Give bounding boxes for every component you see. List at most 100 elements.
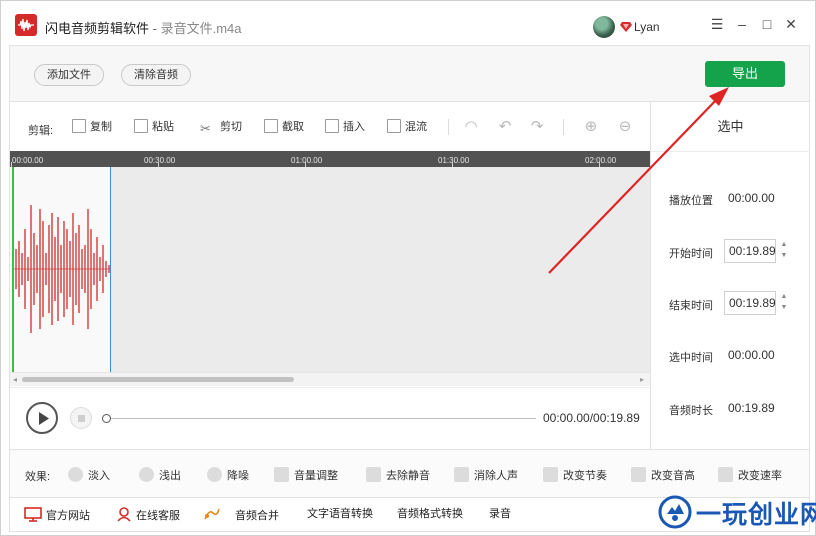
official-site-label: 官方网站 bbox=[46, 510, 90, 522]
people-icon bbox=[454, 467, 469, 482]
zoom-in-icon[interactable]: ⊕ bbox=[582, 118, 600, 136]
end-marker[interactable] bbox=[110, 167, 111, 372]
progress-track[interactable] bbox=[111, 418, 536, 419]
fade-out-label: 浅出 bbox=[159, 470, 181, 482]
title-bar: 闪电音频剪辑软件 - 录音文件.m4a Lyan ☰ – □ ✕ bbox=[1, 1, 815, 43]
stop-button[interactable] bbox=[70, 407, 92, 429]
crop-label: 截取 bbox=[282, 121, 304, 133]
volume-button[interactable]: 音量调整 bbox=[274, 467, 338, 483]
volume-label: 音量调整 bbox=[294, 470, 338, 482]
add-file-button[interactable]: 添加文件 bbox=[34, 64, 104, 86]
remove-vocals-label: 消除人声 bbox=[474, 470, 518, 482]
time-readout: 00:00.00/00:19.89 bbox=[543, 411, 640, 425]
monitor-icon bbox=[24, 507, 42, 522]
toolbar-divider bbox=[448, 119, 449, 135]
audio-merge-link[interactable]: 音频合并 bbox=[203, 507, 279, 523]
fade-out-button[interactable]: 浅出 bbox=[139, 467, 181, 483]
stop-icon bbox=[78, 415, 85, 422]
clear-audio-button[interactable]: 清除音频 bbox=[121, 64, 191, 86]
change-pitch-button[interactable]: 改变音高 bbox=[631, 467, 695, 483]
person-icon bbox=[117, 507, 131, 522]
speaker-icon bbox=[274, 467, 289, 482]
insert-button[interactable]: 插入 bbox=[325, 119, 365, 135]
insert-icon bbox=[325, 119, 339, 133]
change-speed-button[interactable]: 改变速率 bbox=[718, 467, 782, 483]
undo-icon[interactable]: ↶ bbox=[496, 118, 514, 136]
remove-silence-button[interactable]: 去除静音 bbox=[366, 467, 430, 483]
horizontal-scrollbar[interactable]: ◂ ▸ bbox=[10, 372, 650, 386]
end-time-stepper[interactable]: ▲ ▼ bbox=[778, 291, 790, 315]
denoise-button[interactable]: 降噪 bbox=[207, 467, 249, 483]
fade-in-button[interactable]: 淡入 bbox=[68, 467, 110, 483]
mix-button[interactable]: 混流 bbox=[387, 119, 427, 135]
waveform-canvas[interactable] bbox=[10, 167, 650, 372]
waveform bbox=[14, 205, 110, 333]
menu-icon[interactable]: ☰ bbox=[709, 16, 725, 32]
maximize-button[interactable]: □ bbox=[759, 16, 775, 32]
tts-link[interactable]: 文字语音转换 bbox=[307, 507, 373, 521]
headphones-icon[interactable]: ◠ bbox=[462, 118, 480, 136]
crop-button[interactable]: 截取 bbox=[264, 119, 304, 135]
change-tempo-button[interactable]: 改变节奏 bbox=[543, 467, 607, 483]
avatar[interactable] bbox=[593, 16, 615, 38]
redo-icon[interactable]: ↷ bbox=[528, 118, 546, 136]
mix-label: 混流 bbox=[405, 121, 427, 133]
play-button[interactable] bbox=[26, 402, 58, 434]
start-marker[interactable] bbox=[12, 167, 14, 372]
selected-time-label: 选中时间 bbox=[669, 352, 713, 364]
fade-in-icon bbox=[68, 467, 83, 482]
selected-time-value: 00:00.00 bbox=[728, 348, 775, 362]
copy-label: 复制 bbox=[90, 121, 112, 133]
diamond-icon bbox=[620, 22, 632, 32]
fade-out-icon bbox=[139, 467, 154, 482]
app-window: 闪电音频剪辑软件 - 录音文件.m4a Lyan ☰ – □ ✕ 添加文件 清除… bbox=[0, 0, 816, 536]
scroll-left-icon[interactable]: ◂ bbox=[13, 375, 17, 384]
watermark-logo-icon bbox=[658, 495, 692, 529]
denoise-label: 降噪 bbox=[227, 470, 249, 482]
export-button[interactable]: 导出 bbox=[705, 61, 785, 87]
duration-label: 音频时长 bbox=[669, 405, 713, 417]
change-pitch-label: 改变音高 bbox=[651, 470, 695, 482]
shuffle-icon bbox=[718, 467, 733, 482]
start-time-stepper[interactable]: ▲ ▼ bbox=[778, 239, 790, 263]
tick-label: 01:30.00 bbox=[438, 156, 470, 165]
start-time-field[interactable]: 00:19.89 bbox=[724, 239, 776, 263]
tick-label: 01:00.00 bbox=[291, 156, 323, 165]
change-tempo-label: 改变节奏 bbox=[563, 470, 607, 482]
cut-label: 剪切 bbox=[220, 121, 242, 133]
paste-icon bbox=[134, 119, 148, 133]
minimize-button[interactable]: – bbox=[734, 16, 750, 32]
change-speed-label: 改变速率 bbox=[738, 470, 782, 482]
copy-icon bbox=[72, 119, 86, 133]
scrollbar-thumb[interactable] bbox=[22, 377, 294, 382]
duration-value: 00:19.89 bbox=[728, 401, 775, 415]
official-site-link[interactable]: 官方网站 bbox=[24, 507, 90, 523]
timeline-ruler[interactable]: 00:00.00 00:30.00 01:00.00 01:30.00 02:0… bbox=[10, 151, 650, 167]
progress-knob[interactable] bbox=[102, 414, 111, 423]
scroll-right-icon[interactable]: ▸ bbox=[640, 375, 644, 384]
sliders-icon bbox=[543, 467, 558, 482]
pitch-icon bbox=[631, 467, 646, 482]
username[interactable]: Lyan bbox=[634, 20, 660, 34]
merge-icon bbox=[204, 508, 220, 520]
paste-button[interactable]: 粘贴 bbox=[134, 119, 174, 135]
title-separator: - bbox=[149, 21, 161, 36]
record-link[interactable]: 录音 bbox=[489, 507, 511, 521]
cut-button[interactable]: ✂ 剪切 bbox=[200, 119, 242, 136]
paste-label: 粘贴 bbox=[152, 121, 174, 133]
effects-label: 效果: bbox=[25, 471, 51, 483]
selection-panel: 选中 播放位置 00:00.00 开始时间 00:19.89 ▲ ▼ 结束时间 0… bbox=[650, 102, 810, 449]
fade-in-label: 淡入 bbox=[88, 470, 110, 482]
tick-label: 00:30.00 bbox=[144, 156, 176, 165]
zoom-out-icon[interactable]: ⊖ bbox=[616, 118, 634, 136]
format-convert-link[interactable]: 音频格式转换 bbox=[397, 507, 463, 521]
remove-vocals-button[interactable]: 消除人声 bbox=[454, 467, 518, 483]
play-position-value: 00:00.00 bbox=[728, 191, 775, 205]
audio-merge-label: 音频合并 bbox=[235, 510, 279, 522]
online-support-link[interactable]: 在线客服 bbox=[116, 507, 180, 523]
player-bar: 00:00.00/00:19.89 bbox=[10, 387, 650, 449]
close-button[interactable]: ✕ bbox=[783, 16, 799, 32]
end-time-field[interactable]: 00:19.89 bbox=[724, 291, 776, 315]
denoise-icon bbox=[207, 467, 222, 482]
copy-button[interactable]: 复制 bbox=[72, 119, 112, 135]
